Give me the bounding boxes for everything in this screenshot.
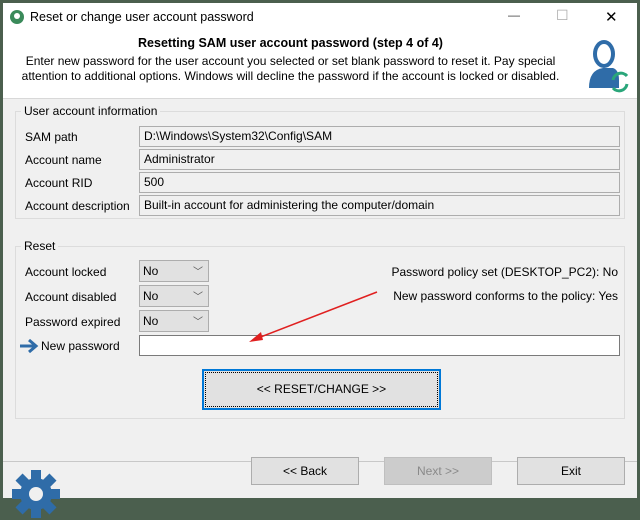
chevron-down-icon: ﹀ <box>193 292 203 303</box>
account-rid-label: Account RID <box>25 176 93 190</box>
password-expired-select[interactable]: No ﹀ <box>139 310 209 332</box>
password-expired-value: No <box>143 314 159 328</box>
page-title: Resetting SAM user account password (ste… <box>138 36 443 50</box>
reset-change-button[interactable]: << RESET/CHANGE >> <box>202 369 441 410</box>
next-button[interactable]: Next >> <box>384 457 492 485</box>
account-disabled-select[interactable]: No ﹀ <box>139 285 209 307</box>
chevron-down-icon: ﹀ <box>193 267 203 278</box>
close-button[interactable]: ✕ <box>605 8 618 26</box>
exit-button[interactable]: Exit <box>517 457 625 485</box>
arrow-right-icon <box>20 339 39 353</box>
account-info-legend: User account information <box>21 104 161 118</box>
user-refresh-icon <box>589 40 629 93</box>
minimize-button[interactable]: — <box>508 8 520 22</box>
chevron-down-icon: ﹀ <box>193 317 203 328</box>
policy-conforms-text: New password conforms to the policy: Yes <box>393 289 618 303</box>
account-disabled-value: No <box>143 289 159 303</box>
description-line-2: attention to additional options. Windows… <box>21 69 560 83</box>
sam-path-field[interactable]: D:\Windows\System32\Config\SAM <box>139 126 620 147</box>
new-password-label: New password <box>41 339 120 353</box>
account-name-label: Account name <box>25 153 102 167</box>
policy-set-text: Password policy set (DESKTOP_PC2): No <box>391 265 618 279</box>
account-rid-field[interactable]: 500 <box>139 172 620 193</box>
title-bar: Reset or change user account password — … <box>3 3 637 31</box>
header: Resetting SAM user account password (ste… <box>3 31 637 99</box>
dialog-window: Reset or change user account password — … <box>3 3 637 518</box>
sam-path-label: SAM path <box>25 130 78 144</box>
password-expired-label: Password expired <box>25 315 121 329</box>
account-locked-label: Account locked <box>25 265 107 279</box>
account-description-field[interactable]: Built-in account for administering the c… <box>139 195 620 216</box>
window-title: Reset or change user account password <box>30 10 254 24</box>
back-button[interactable]: << Back <box>251 457 359 485</box>
account-description-label: Account description <box>25 199 130 213</box>
account-name-field[interactable]: Administrator <box>139 149 620 170</box>
description-line-1: Enter new password for the user account … <box>25 54 556 68</box>
settings-gear-icon[interactable] <box>11 468 61 520</box>
annotation-arrow <box>249 291 378 342</box>
account-locked-value: No <box>143 264 159 278</box>
account-disabled-label: Account disabled <box>25 290 117 304</box>
account-locked-select[interactable]: No ﹀ <box>139 260 209 282</box>
app-icon <box>10 10 24 24</box>
reset-legend: Reset <box>21 239 59 253</box>
maximize-button[interactable]: ☐ <box>556 7 569 24</box>
